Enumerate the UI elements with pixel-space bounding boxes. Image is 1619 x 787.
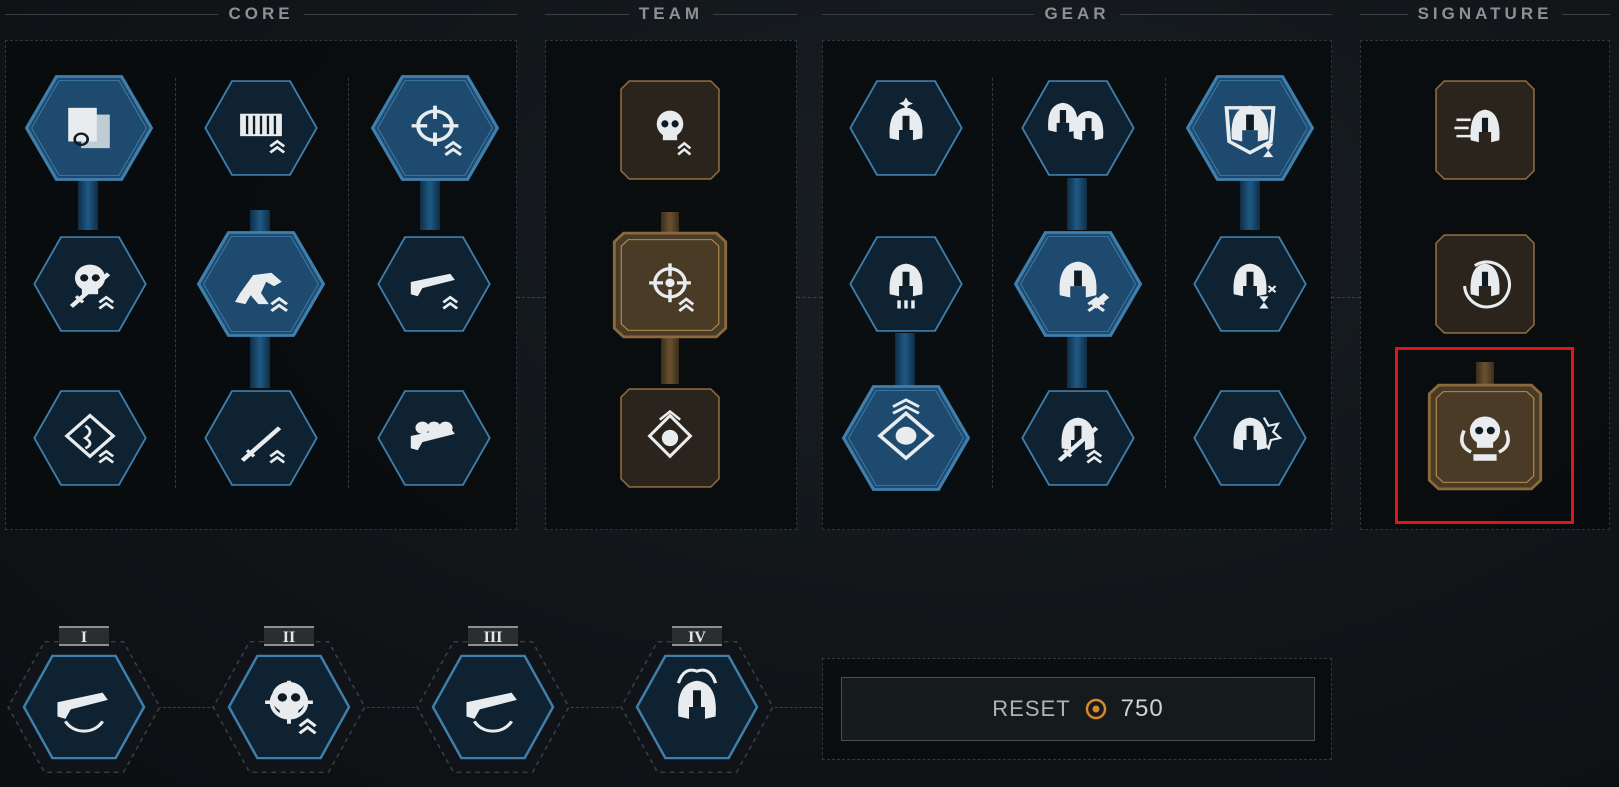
coin-icon (1085, 698, 1106, 720)
gear-perk-helmet-ammo[interactable] (848, 233, 964, 335)
team-title: TEAM (638, 4, 704, 23)
gear-col-divider (992, 78, 993, 488)
tier-4-slot[interactable] (618, 636, 776, 778)
skulls-rifle-icon (377, 390, 491, 486)
core-perk-dna-diamond[interactable] (32, 387, 148, 489)
tier-3-slot[interactable] (414, 636, 572, 778)
core-perk-pistol-boost[interactable] (376, 233, 492, 335)
pistol-swap-icon (7, 640, 161, 774)
skull-blade-icon (33, 236, 147, 332)
gear-perk-skull-diamond[interactable] (841, 382, 971, 494)
twin-helmet-icon (1021, 80, 1135, 176)
flame-helmet-icon (620, 640, 774, 774)
gear-link-connector (1067, 333, 1087, 388)
runner-boost-icon (196, 231, 326, 337)
dna-diamond-icon (33, 390, 147, 486)
panel-link (517, 297, 545, 298)
core-header: CORE (5, 4, 517, 24)
pistol-boost-icon (377, 236, 491, 332)
gear-perk-twin-helmet[interactable] (1020, 77, 1136, 179)
core-perk-sword-upgrade[interactable] (203, 387, 319, 489)
team-perk-crosshair-focus[interactable] (612, 231, 728, 339)
gear-title: GEAR (1044, 4, 1110, 23)
signature-perk-helmet-dash[interactable] (1434, 79, 1536, 181)
core-link-connector (250, 333, 270, 388)
core-perk-crosshair-sweep[interactable] (370, 72, 500, 184)
gear-perk-helmet-sparkle[interactable] (848, 77, 964, 179)
core-perk-ammo-crate[interactable] (203, 77, 319, 179)
core-link-connector (420, 178, 440, 230)
helmet-hourglass-shield-icon (1185, 75, 1315, 181)
tier-2-badge: II (264, 626, 314, 646)
gear-header: GEAR (822, 4, 1332, 24)
selected-perk-highlight (1395, 347, 1574, 524)
signature-title: SIGNATURE (1417, 4, 1553, 23)
core-link-connector (78, 178, 98, 230)
helmet-cycle-icon (1435, 234, 1535, 334)
gear-col-divider (1165, 78, 1166, 488)
skull-diamond-rank-icon (620, 388, 720, 488)
reset-label: RESET (992, 696, 1071, 721)
team-perk-skull-target[interactable] (619, 79, 721, 181)
reset-cost: 750 (1120, 695, 1164, 722)
tier-3-badge: III (468, 626, 518, 646)
gear-perk-helmet-sword[interactable] (1020, 387, 1136, 489)
sword-upgrade-icon (204, 390, 318, 486)
signature-header: SIGNATURE (1360, 4, 1611, 24)
skull-diamond-icon (841, 385, 971, 491)
core-perk-skull-blade[interactable] (32, 233, 148, 335)
gear-perk-helmet-hourglass-shield[interactable] (1185, 72, 1315, 184)
helmet-dash-icon (1435, 80, 1535, 180)
gear-link-connector (1240, 178, 1260, 230)
gear-perk-helmet-bullet[interactable] (1013, 228, 1143, 340)
signature-perk-helmet-cycle[interactable] (1434, 233, 1536, 335)
core-perk-runner-boost[interactable] (196, 228, 326, 340)
team-header: TEAM (545, 4, 798, 24)
helmet-sparkle-icon (849, 80, 963, 176)
skull-target-icon (620, 80, 720, 180)
helmet-explosion-icon (1193, 390, 1307, 486)
reset-container: RESET 750 (822, 658, 1332, 760)
helmet-sword-icon (1021, 390, 1135, 486)
ammo-crate-icon (204, 80, 318, 176)
rifle-swap-icon (416, 640, 570, 774)
team-perk-skull-diamond-rank[interactable] (619, 387, 721, 489)
gear-link-connector (1067, 178, 1087, 230)
tier-1-slot[interactable] (5, 636, 163, 778)
gear-link-connector (895, 333, 915, 388)
core-perk-skulls-rifle[interactable] (376, 387, 492, 489)
core-col-divider (348, 78, 349, 488)
tier-2-slot[interactable] (210, 636, 368, 778)
skull-crosshair-icon (212, 640, 366, 774)
helmet-bullet-icon (1013, 231, 1143, 337)
crosshair-sweep-icon (370, 75, 500, 181)
team-link-connector (661, 332, 679, 384)
panel-link (797, 297, 822, 298)
core-perk-swap-card[interactable] (24, 72, 154, 184)
core-col-divider (175, 78, 176, 488)
swap-card-icon (24, 75, 154, 181)
crosshair-focus-icon (612, 231, 728, 339)
gear-perk-helmet-hourglass[interactable] (1192, 233, 1308, 335)
helmet-ammo-icon (849, 236, 963, 332)
tier-link (362, 707, 420, 708)
tier-1-badge: I (59, 626, 109, 646)
tier-4-badge: IV (672, 626, 722, 646)
helmet-hourglass-icon (1193, 236, 1307, 332)
core-title: CORE (228, 4, 294, 23)
tier-link (770, 707, 822, 708)
gear-perk-helmet-explosion[interactable] (1192, 387, 1308, 489)
reset-button[interactable]: RESET 750 (841, 677, 1315, 741)
panel-link (1332, 297, 1360, 298)
tier-link (566, 707, 624, 708)
